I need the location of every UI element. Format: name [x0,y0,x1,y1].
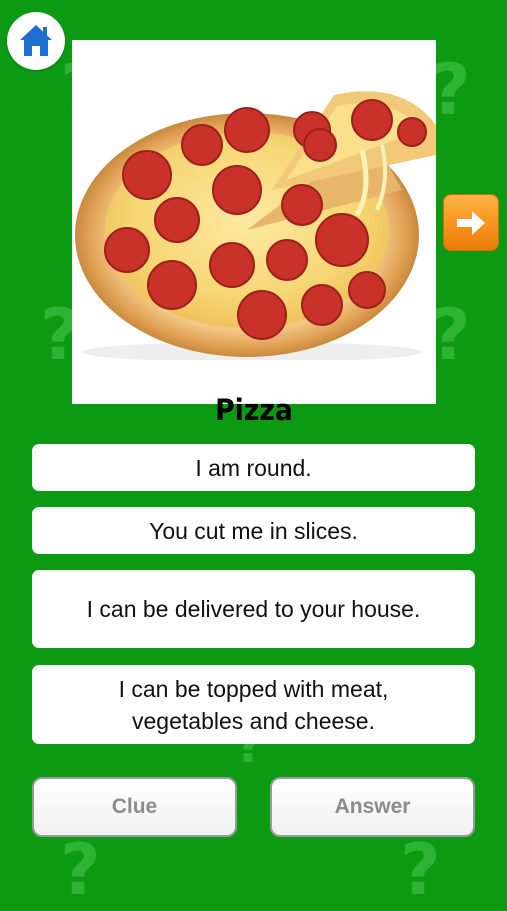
clue-text: I am round. [195,454,312,481]
clue-text: I can be topped with meat, vegetables an… [118,675,389,734]
clue-button-label: Clue [111,795,158,818]
answer-button-label: Answer [334,795,411,818]
clue-text: You cut me in slices. [149,517,358,544]
home-icon [17,22,55,60]
clue-box: You cut me in slices. [32,507,475,554]
clue-text: I can be delivered to your house. [86,596,421,622]
pizza-illustration [75,91,436,362]
pizza-image [72,40,436,362]
screen: { "card": { "image_icon": "pizza-photo",… [0,0,507,905]
arrow-right-icon [453,205,489,241]
answer-button[interactable]: Answer [270,777,475,837]
background-question-mark: ? [400,829,441,911]
clue-button[interactable]: Clue [32,777,237,837]
home-button[interactable] [7,12,65,70]
flash-card: Pizza [72,40,436,425]
card-title: Pizza [215,393,293,427]
clue-box: I can be topped with meat, vegetables an… [32,665,475,744]
clue-box: I can be delivered to your house. [32,570,475,648]
next-button[interactable] [443,194,499,251]
background-question-mark: ? [60,829,101,911]
clue-box: I am round. [32,444,475,491]
background-question-mark: ? [430,49,471,131]
background-question-mark: ? [430,294,471,376]
